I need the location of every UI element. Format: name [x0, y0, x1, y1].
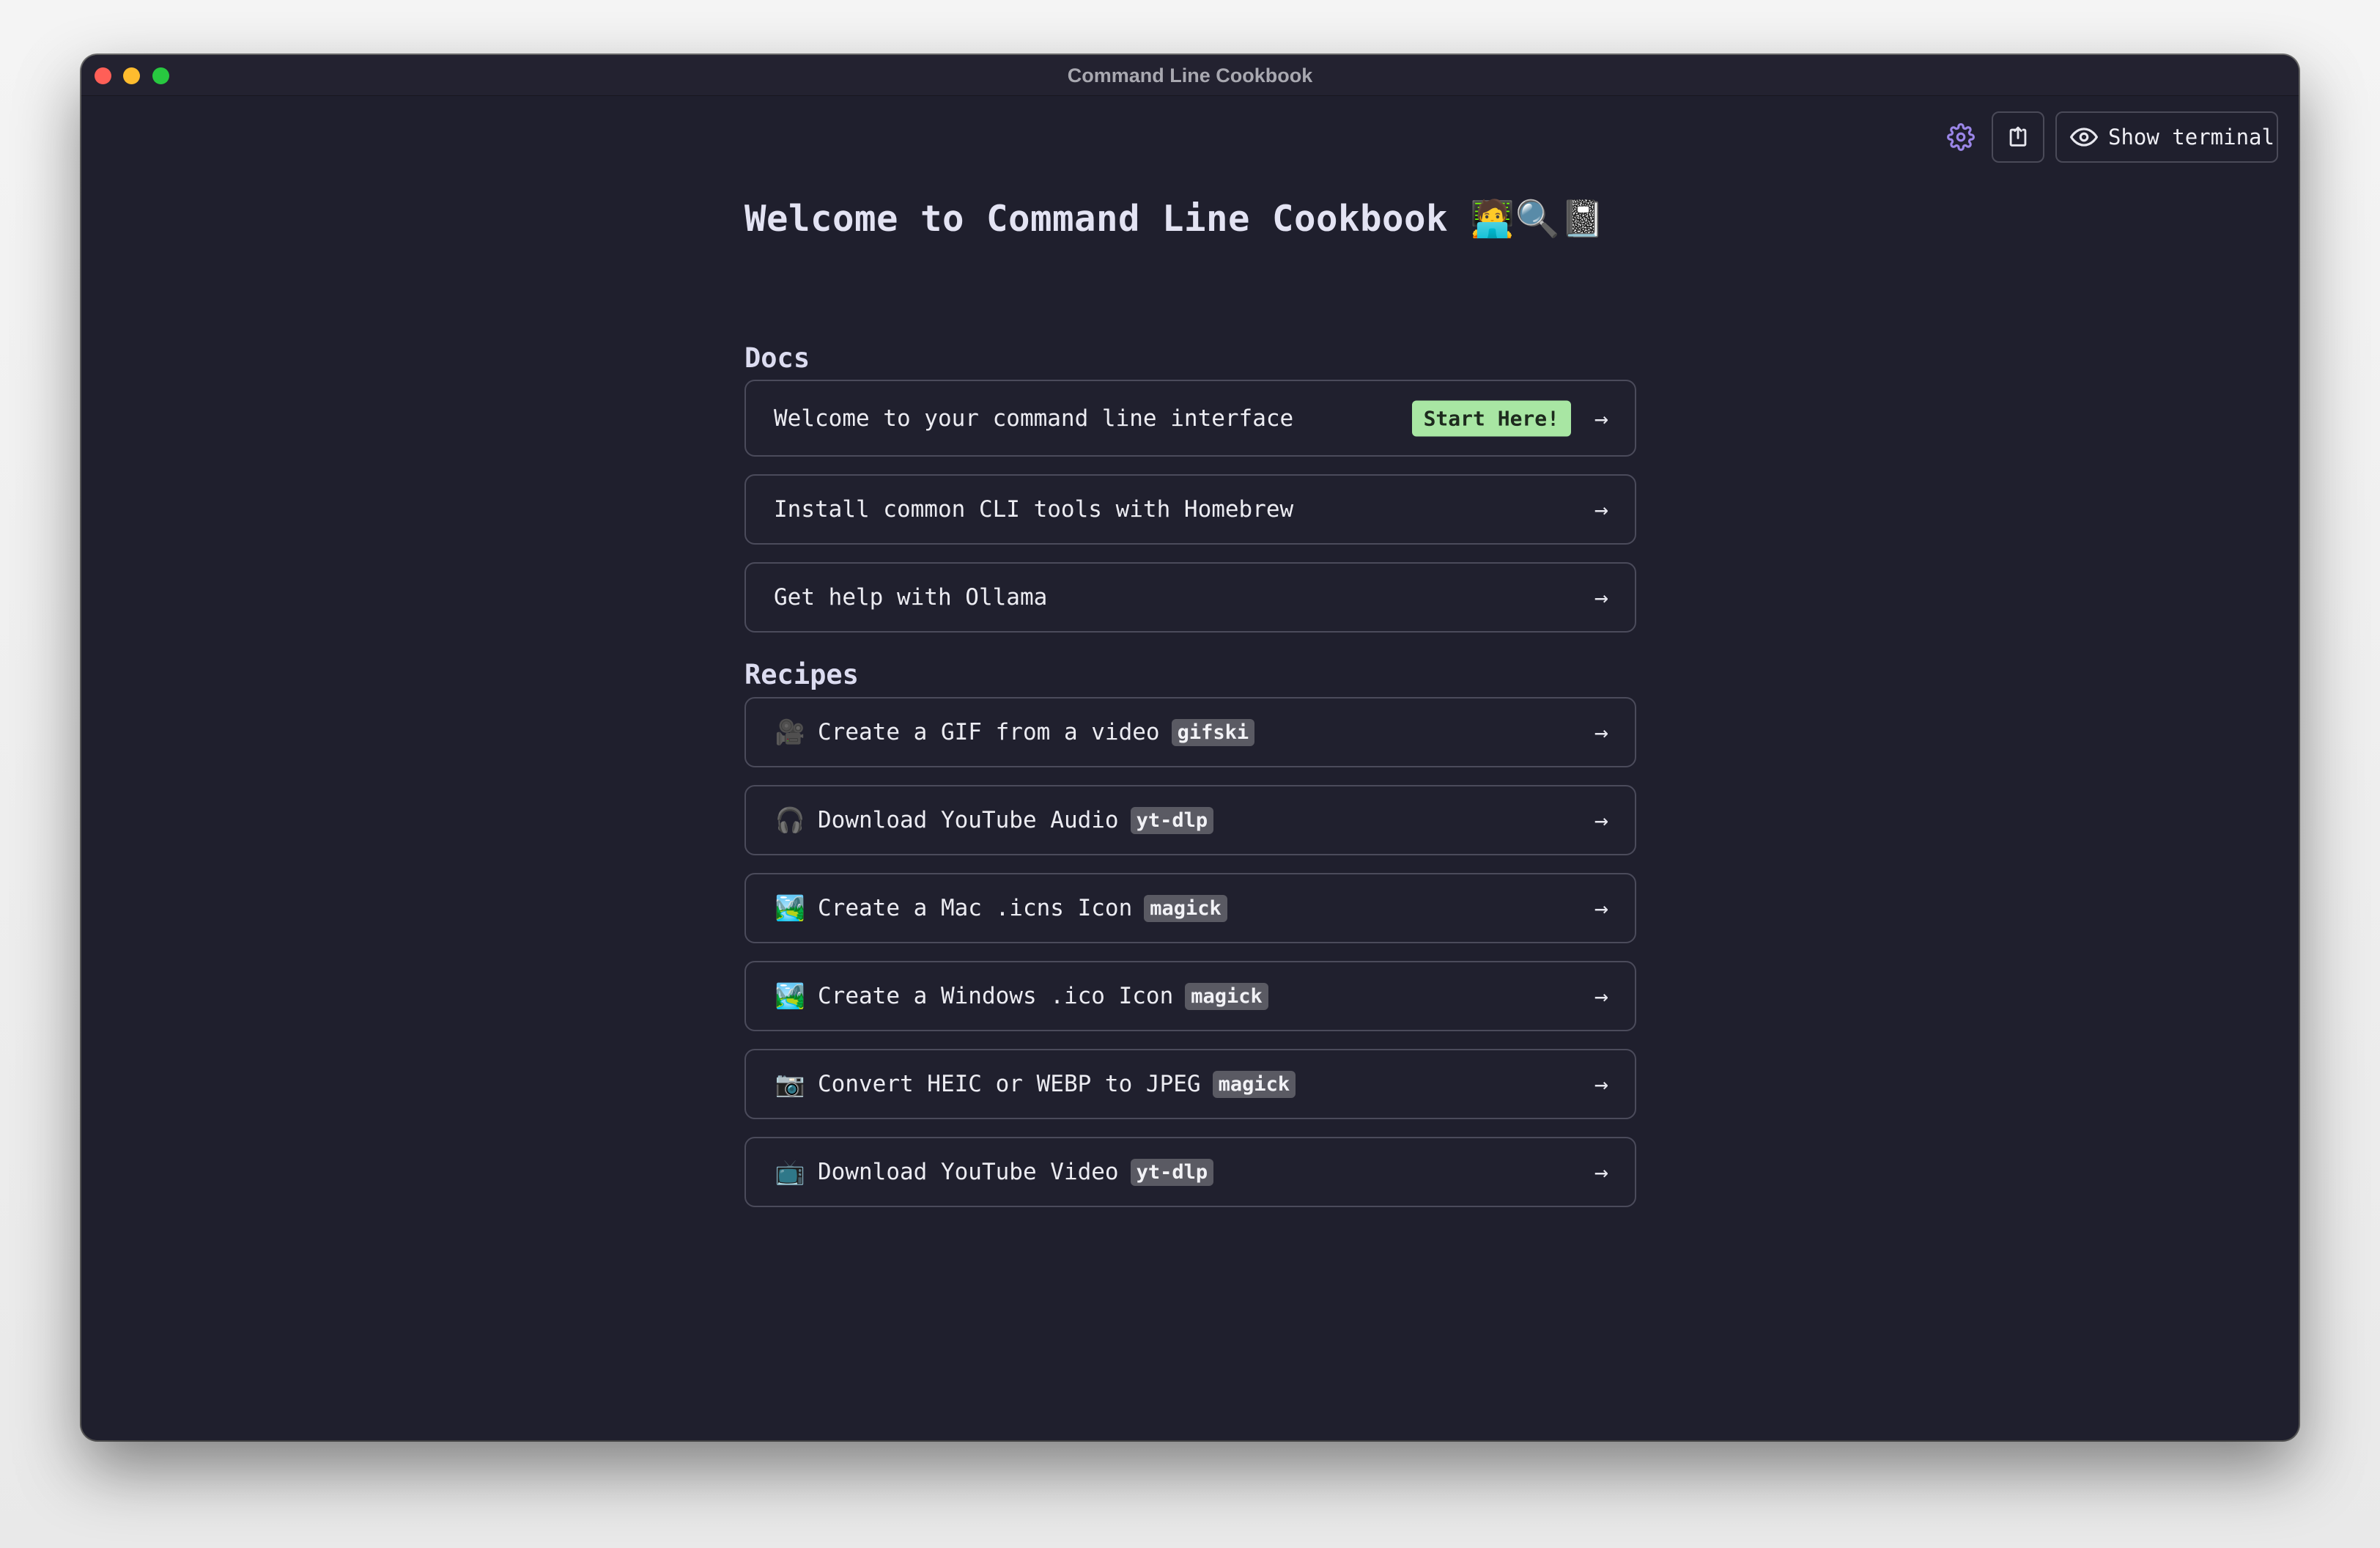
- doc-card-ollama[interactable]: Get help with Ollama →: [744, 562, 1636, 633]
- landscape-image-icon: 🏞️: [775, 981, 805, 1010]
- desktop-background: Command Line Cookbook Show terminal Welc…: [0, 0, 2380, 1548]
- export-button[interactable]: [1992, 111, 2044, 163]
- show-terminal-label: Show terminal: [2108, 125, 2274, 150]
- window-title: Command Line Cookbook: [1067, 64, 1313, 86]
- recipe-card-label: Download YouTube Video: [818, 1159, 1119, 1185]
- app-window: Command Line Cookbook Show terminal Welc…: [81, 55, 2299, 1440]
- eye-icon: [2070, 128, 2098, 147]
- recipe-card-label: Download YouTube Audio: [818, 807, 1119, 833]
- arrow-right-icon: →: [1594, 1070, 1608, 1098]
- tool-tag: yt-dlp: [1130, 806, 1214, 834]
- settings-button[interactable]: [1935, 111, 1987, 163]
- recipe-card-gif[interactable]: 🎥 Create a GIF from a video gifski →: [744, 697, 1636, 767]
- share-icon: [2009, 126, 2027, 147]
- camera-icon: 📷: [775, 1069, 805, 1098]
- arrow-right-icon: →: [1594, 495, 1608, 523]
- doc-card-welcome[interactable]: Welcome to your command line interface S…: [744, 380, 1636, 457]
- docs-heading: Docs: [744, 342, 810, 374]
- headphones-icon: 🎧: [775, 806, 805, 834]
- doc-card-label: Welcome to your command line interface: [774, 405, 1294, 432]
- recipe-card-youtube-audio[interactable]: 🎧 Download YouTube Audio yt-dlp →: [744, 785, 1636, 855]
- arrow-right-icon: →: [1594, 806, 1608, 834]
- recipe-card-label: Create a GIF from a video: [818, 719, 1160, 745]
- page-title: Welcome to Command Line Cookbook 🧑‍💻🔍📓: [744, 198, 1605, 240]
- arrow-right-icon: →: [1594, 404, 1608, 432]
- recipe-card-youtube-video[interactable]: 📺 Download YouTube Video yt-dlp →: [744, 1137, 1636, 1207]
- arrow-right-icon: →: [1594, 1158, 1608, 1186]
- recipes-heading: Recipes: [744, 659, 859, 690]
- recipe-card-windows-icon[interactable]: 🏞️ Create a Windows .ico Icon magick →: [744, 961, 1636, 1031]
- movie-camera-icon: 🎥: [775, 718, 805, 746]
- landscape-image-icon: 🏞️: [775, 893, 805, 922]
- arrow-right-icon: →: [1594, 894, 1608, 922]
- arrow-right-icon: →: [1594, 718, 1608, 746]
- television-icon: 📺: [775, 1157, 805, 1186]
- arrow-right-icon: →: [1594, 583, 1608, 611]
- tool-tag: magick: [1144, 894, 1227, 922]
- doc-card-homebrew[interactable]: Install common CLI tools with Homebrew →: [744, 474, 1636, 545]
- title-bar: Command Line Cookbook: [81, 55, 2299, 96]
- doc-card-label: Install common CLI tools with Homebrew: [774, 496, 1294, 523]
- recipe-card-label: Create a Mac .icns Icon: [818, 895, 1133, 921]
- show-terminal-button[interactable]: Show terminal: [2055, 111, 2278, 163]
- arrow-right-icon: →: [1594, 982, 1608, 1010]
- tool-tag: magick: [1185, 982, 1268, 1010]
- tool-tag: magick: [1212, 1070, 1296, 1098]
- recipe-card-label: Create a Windows .ico Icon: [818, 983, 1174, 1009]
- start-here-badge: Start Here!: [1411, 400, 1571, 436]
- recipe-card-mac-icon[interactable]: 🏞️ Create a Mac .icns Icon magick →: [744, 873, 1636, 943]
- tool-tag: gifski: [1171, 718, 1255, 746]
- recipe-card-label: Convert HEIC or WEBP to JPEG: [818, 1071, 1201, 1097]
- tool-tag: yt-dlp: [1130, 1158, 1214, 1186]
- gear-icon: [1947, 123, 1975, 151]
- doc-card-label: Get help with Ollama: [774, 584, 1048, 611]
- recipe-card-convert-jpeg[interactable]: 📷 Convert HEIC or WEBP to JPEG magick →: [744, 1049, 1636, 1119]
